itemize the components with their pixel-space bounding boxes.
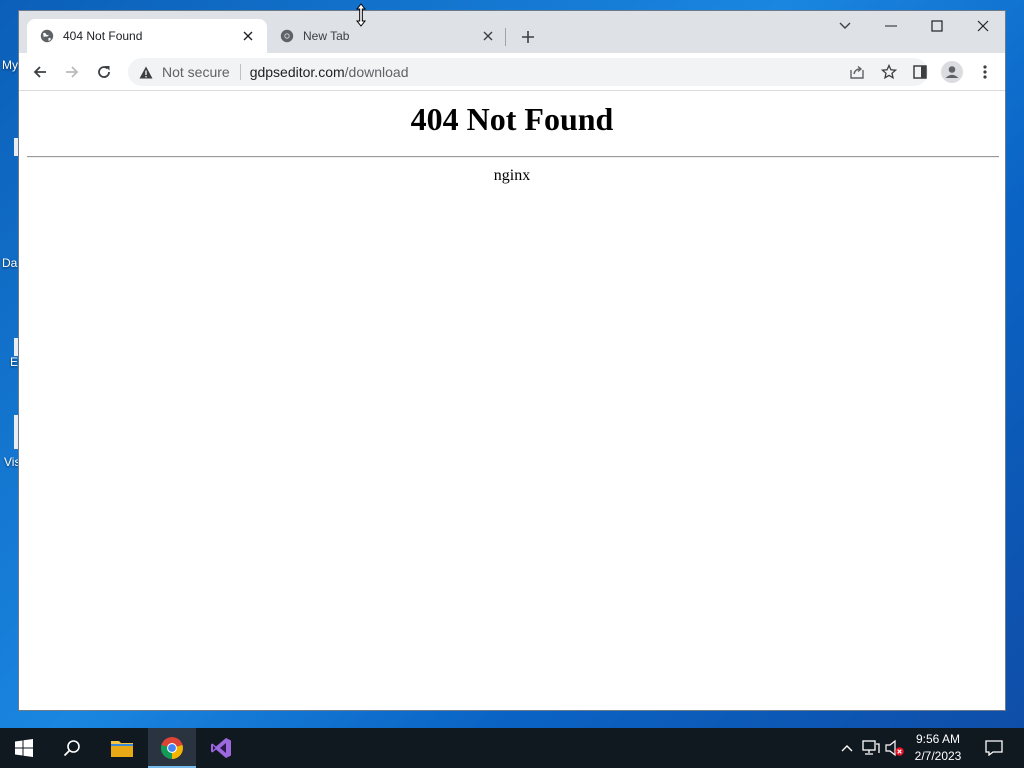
tab-new-tab[interactable]: New Tab <box>267 19 507 53</box>
close-window-button[interactable] <box>960 11 1006 41</box>
resize-cursor-icon <box>355 3 367 27</box>
search-button[interactable] <box>48 728 96 768</box>
search-icon <box>63 740 80 757</box>
visual-studio-button[interactable] <box>197 728 245 768</box>
forward-button[interactable] <box>58 58 86 86</box>
chrome-icon <box>160 737 183 759</box>
chevron-down-icon <box>839 22 851 29</box>
visual-studio-icon <box>211 738 231 758</box>
page-heading: 404 Not Found <box>410 101 614 137</box>
arrow-right-icon <box>66 66 79 78</box>
server-name: nginx <box>493 167 531 184</box>
folder-icon <box>111 741 133 757</box>
tab-title: 404 Not Found <box>63 29 143 43</box>
minimize-icon <box>885 25 897 27</box>
chevron-up-icon[interactable] <box>837 738 857 758</box>
taskbar: 9:56 AM 2/7/2023 <box>0 728 1024 768</box>
volume-muted-icon[interactable] <box>885 738 905 758</box>
tab-search-button[interactable] <box>822 11 868 41</box>
clock-date: 2/7/2023 <box>914 749 962 763</box>
avatar-icon <box>941 61 963 83</box>
share-icon[interactable] <box>843 58 871 86</box>
maximize-icon <box>931 20 943 32</box>
desktop-icon-label[interactable]: Da <box>2 256 17 270</box>
tab-title: New Tab <box>303 29 350 43</box>
action-center-button[interactable] <box>978 728 1010 768</box>
close-icon <box>977 20 989 32</box>
chrome-taskbar-button[interactable] <box>148 728 196 768</box>
network-icon[interactable] <box>861 738 881 758</box>
warning-icon[interactable] <box>138 64 154 80</box>
globe-icon <box>39 28 55 44</box>
star-icon[interactable] <box>875 58 903 86</box>
close-tab-icon[interactable] <box>479 27 497 45</box>
clock-time: 9:56 AM <box>915 732 961 746</box>
new-tab-button[interactable] <box>517 26 539 48</box>
notification-icon <box>985 740 1003 756</box>
arrow-left-icon <box>33 66 46 78</box>
reload-button[interactable] <box>90 58 118 86</box>
address-bar[interactable]: Not secure gdpseditor.com/download <box>128 58 928 86</box>
url-host[interactable]: gdpseditor.com <box>250 64 345 80</box>
security-label[interactable]: Not secure <box>162 64 230 80</box>
close-tab-icon[interactable] <box>239 27 257 45</box>
tab-separator <box>505 28 506 46</box>
divider <box>27 156 999 158</box>
profile-button[interactable] <box>938 58 966 86</box>
desktop-icon-label[interactable]: My <box>2 58 18 72</box>
divider <box>239 64 241 80</box>
back-button[interactable] <box>26 58 54 86</box>
url-path[interactable]: /download <box>345 64 409 80</box>
maximize-button[interactable] <box>914 11 960 41</box>
plus-icon <box>522 31 534 43</box>
file-explorer-button[interactable] <box>98 728 146 768</box>
minimize-button[interactable] <box>868 11 914 41</box>
side-panel-button[interactable] <box>906 58 934 86</box>
menu-button[interactable] <box>971 58 999 86</box>
browser-window: 404 Not Found New Tab Not secure gdpsedi… <box>18 10 1006 711</box>
tab-strip: 404 Not Found New Tab <box>19 11 1005 53</box>
tab-404-not-found[interactable]: 404 Not Found <box>27 19 267 53</box>
chrome-icon <box>279 28 295 44</box>
start-button[interactable] <box>0 728 48 768</box>
browser-toolbar: Not secure gdpseditor.com/download <box>19 53 1005 91</box>
side-panel-icon <box>913 65 927 79</box>
reload-icon <box>98 66 110 78</box>
taskbar-clock[interactable]: 9:56 AM 2/7/2023 <box>908 731 968 765</box>
desktop-icon-label[interactable]: E <box>10 355 18 369</box>
kebab-menu-icon <box>983 65 987 79</box>
page-content: 404 Not Found nginx <box>19 91 1005 710</box>
windows-icon <box>15 739 33 757</box>
